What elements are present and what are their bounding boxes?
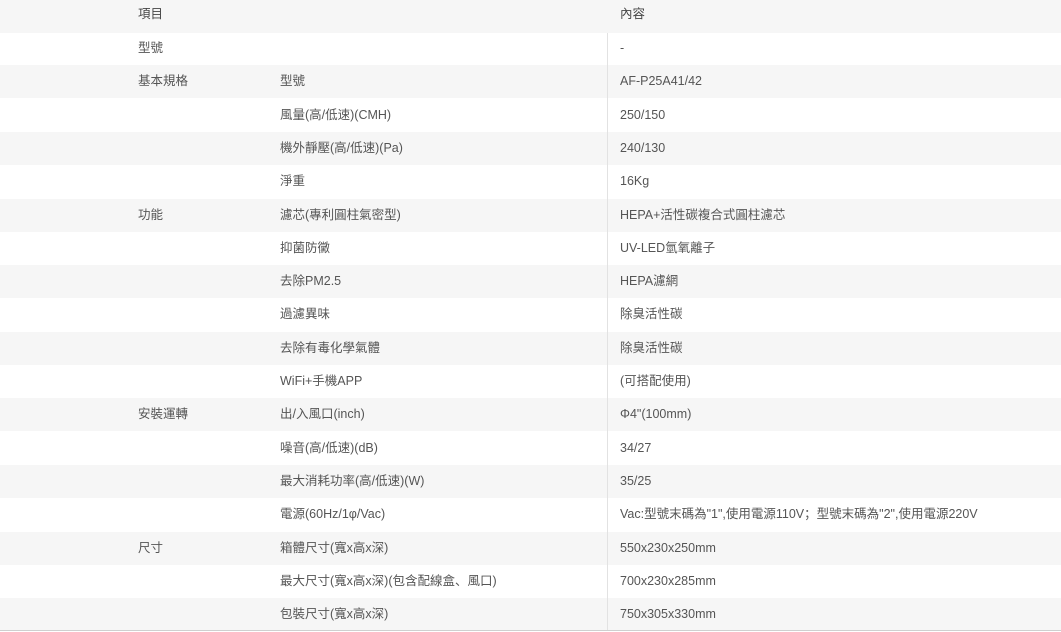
row-item: 包裝尺寸(寬x高x深) [280,607,389,622]
row-value: 35/25 [620,473,652,488]
row-item: 箱體尺寸(寬x高x深) [280,540,389,555]
row-item: 出/入風口(inch) [280,407,365,422]
table-row: 去除有毒化學氣體 除臭活性碳 [0,331,1061,365]
table-row: 淨重 16Kg [0,165,1061,198]
row-category: 型號 [138,41,164,55]
row-value: - [620,41,625,55]
row-item: 最大尺寸(寬x高x深)(包含配線盒、風口) [280,573,497,588]
row-category: 安裝運轉 [138,407,189,422]
table-row: 電源(60Hz/1φ/Vac) Vac:型號末碼為"1",使用電源110V；型號末… [0,498,1061,531]
row-item: 最大消耗功率(高/低速)(W) [280,473,425,488]
row-value: 34/27 [620,440,652,455]
row-item: 淨重 [280,174,306,189]
row-item: 型號 [280,74,306,89]
row-item: WiFi+手機APP [280,374,363,388]
row-item: 風量(高/低速)(CMH) [280,107,392,122]
table-row: 型號 - [0,32,1061,65]
table-row: 最大消耗功率(高/低速)(W) 35/25 [0,464,1061,498]
row-item: 機外靜壓(高/低速)(Pa) [280,140,403,155]
spec-table: 項目 內容 型號 - 基本規格 型號 AF-P25A41/42 風量(高/低速)(CMH)… [0,0,1061,632]
row-category: 尺寸 [138,540,164,555]
table-row: 噪音(高/低速)(dB) 34/27 [0,432,1061,465]
row-value: 550x230x250mm [620,540,716,555]
row-value: HEPA+活性碳複合式圓柱濾芯 [620,207,786,222]
table-row: WiFi+手機APP (可搭配使用) [0,365,1061,398]
table-bottom-border [0,630,1061,631]
table-row: 包裝尺寸(寬x高x深) 750x305x330mm [0,598,1061,632]
row-item: 噪音(高/低速)(dB) [280,440,378,455]
table-header: 項目 內容 [0,0,1061,33]
row-value: HEPA濾網 [620,274,679,289]
row-value: 240/130 [620,140,666,155]
row-value: Vac:型號末碼為"1",使用電源110V；型號末碼為"2",使用電源220V [620,507,978,522]
row-category: 功能 [138,207,164,222]
header-content-label: 內容 [620,7,646,21]
table-row: 最大尺寸(寬x高x深)(包含配線盒、風口) 700x230x285mm [0,565,1061,598]
table-row: 過濾異味 除臭活性碳 [0,298,1061,331]
row-value: UV-LED氫氧離子 [620,240,716,255]
row-item: 去除有毒化學氣體 [280,340,381,355]
row-value: AF-P25A41/42 [620,74,702,89]
row-value: 700x230x285mm [620,573,716,588]
row-value: 除臭活性碳 [620,340,683,355]
table-row: 去除PM2.5 HEPA濾網 [0,265,1061,299]
row-category: 基本規格 [138,74,189,89]
table-row: 功能 濾芯(專利圓柱氣密型) HEPA+活性碳複合式圓柱濾芯 [0,198,1061,232]
table-row: 風量(高/低速)(CMH) 250/150 [0,99,1061,132]
row-item: 去除PM2.5 [280,274,342,289]
row-item: 抑菌防黴 [280,240,331,255]
row-value: 250/150 [620,107,666,122]
table-row: 尺寸 箱體尺寸(寬x高x深) 550x230x250mm [0,531,1061,565]
row-item: 電源(60Hz/1φ/Vac) [280,507,386,522]
row-item: 過濾異味 [280,307,331,322]
row-value: 16Kg [620,174,650,189]
header-item-label: 項目 [138,7,164,21]
table-row: 抑菌防黴 UV-LED氫氧離子 [0,232,1061,265]
column-divider [607,33,608,631]
row-value: 除臭活性碳 [620,307,683,322]
row-value: Φ4"(100mm) [620,407,692,422]
row-item: 濾芯(專利圓柱氣密型) [280,207,401,222]
row-value: 750x305x330mm [620,607,716,622]
row-value: (可搭配使用) [620,374,691,388]
table-row: 機外靜壓(高/低速)(Pa) 240/130 [0,131,1061,165]
table-row: 安裝運轉 出/入風口(inch) Φ4"(100mm) [0,398,1061,432]
table-row: 基本規格 型號 AF-P25A41/42 [0,65,1061,99]
